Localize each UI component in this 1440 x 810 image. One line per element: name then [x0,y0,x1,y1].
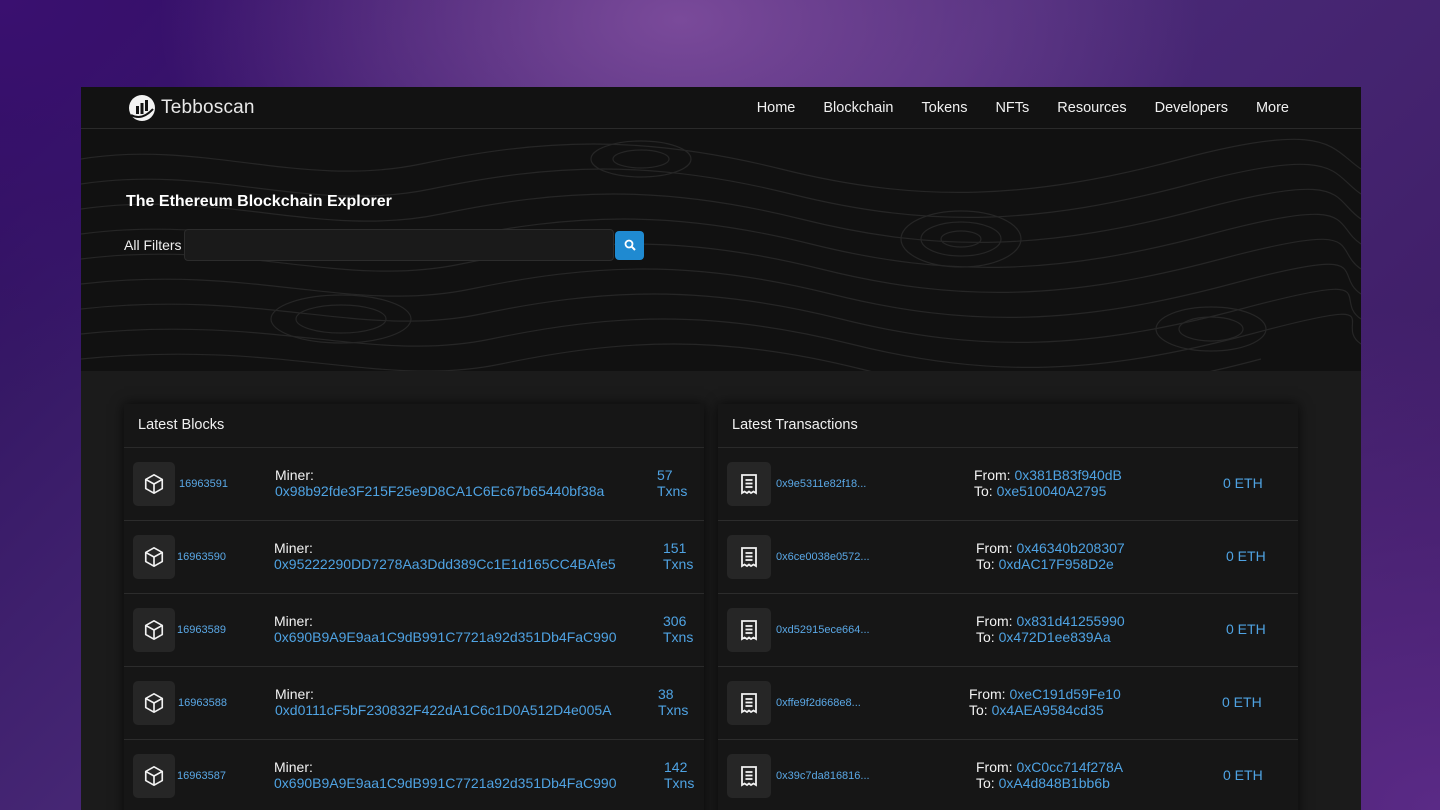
search-input[interactable] [184,229,614,261]
nav-blockchain[interactable]: Blockchain [823,100,893,116]
transaction-value: 0 ETH [1223,475,1263,491]
block-number[interactable]: 16963591 [179,478,228,490]
from-to: From: 0x381B83f940dB To: 0xe510040A2795 [974,467,1122,499]
transaction-hash[interactable]: 0xffe9f2d668e8... [776,697,861,709]
block-number[interactable]: 16963588 [178,697,227,709]
transaction-row: 0x9e5311e82f18... From: 0x381B83f940dB To… [718,448,1298,521]
browser-page: Tebboscan Home Blockchain Tokens NFTs Re… [81,87,1361,810]
txn-count[interactable]: 57 Txns [657,467,687,499]
from-address[interactable]: 0x831d41255990 [1016,613,1124,629]
miner-address[interactable]: 0x98b92fde3F215F25e9D8CA1C6Ec67b65440bf3… [275,483,604,499]
txn-count[interactable]: 38 Txns [658,686,688,718]
miner-address[interactable]: 0x95222290DD7278Aa3Ddd389Cc1E1d165CC4BAf… [274,556,616,572]
block-row: 16963589 Miner: 0x690B9A9E9aa1C9dB991C77… [124,594,704,667]
latest-transactions-title: Latest Transactions [718,404,1298,448]
transaction-hash[interactable]: 0x6ce0038e0572... [776,551,870,563]
search-icon [624,239,636,251]
cube-icon [133,754,175,798]
from-to: From: 0xC0cc714f278A To: 0xA4d848B1bb6b [976,759,1124,791]
from-to: From: 0xeC191d59Fe10 To: 0x4AEA9584cd35 [969,686,1121,718]
receipt-icon [727,754,771,798]
transaction-value: 0 ETH [1223,767,1263,783]
block-number[interactable]: 16963587 [177,770,226,782]
search-button[interactable] [615,230,644,260]
block-row: 16963591 Miner: 0x98b92fde3F215F25e9D8CA… [124,448,704,521]
to-address[interactable]: 0x472D1ee839Aa [999,629,1111,645]
latest-blocks-panel: Latest Blocks 16963591 Miner: 0x98b92fde… [124,404,704,810]
nav-nfts[interactable]: NFTs [995,100,1029,116]
nav-developers[interactable]: Developers [1155,100,1228,116]
brand[interactable]: Tebboscan [127,93,255,123]
block-row: 16963590 Miner: 0x95222290DD7278Aa3Ddd38… [124,521,704,594]
transaction-value: 0 ETH [1226,621,1266,637]
brand-logo-icon [129,94,155,121]
miner-address[interactable]: 0x690B9A9E9aa1C9dB991C7721a92d351Db4FaC9… [274,629,617,645]
from-address[interactable]: 0xC0cc714f278A [1016,759,1123,775]
filter-dropdown[interactable]: All Filters [124,237,184,253]
transaction-row: 0x39c7da816816... From: 0xC0cc714f278A To… [718,740,1298,810]
cube-icon [133,535,175,579]
transaction-value: 0 ETH [1222,694,1262,710]
nav-tokens[interactable]: Tokens [922,100,968,116]
txn-count[interactable]: 142 Txns [664,759,694,791]
from-to: From: 0x46340b208307 To: 0xdAC17F958D2e [976,540,1125,572]
from-address[interactable]: 0xeC191d59Fe10 [1009,686,1120,702]
miner-label: Miner: [274,759,313,775]
miner-label: Miner: [275,467,314,483]
block-row: 16963588 Miner: 0xd0111cF5bF230832F422dA… [124,667,704,740]
cube-icon [133,681,175,725]
block-row: 16963587 Miner: 0x690B9A9E9aa1C9dB991C77… [124,740,704,810]
latest-transactions-panel: Latest Transactions 0x9e5311e82f18... Fr… [718,404,1298,810]
nav-links: Home Blockchain Tokens NFTs Resources De… [757,100,1289,116]
from-address[interactable]: 0x381B83f940dB [1014,467,1121,483]
receipt-icon [727,681,771,725]
miner-label: Miner: [274,613,313,629]
receipt-icon [727,535,771,579]
transaction-row: 0xd52915ece664... From: 0x831d41255990 To… [718,594,1298,667]
transaction-hash[interactable]: 0x9e5311e82f18... [776,478,866,490]
brand-name: Tebboscan [161,96,255,118]
receipt-icon [727,608,771,652]
to-address[interactable]: 0xe510040A2795 [997,483,1107,499]
miner-address[interactable]: 0x690B9A9E9aa1C9dB991C7721a92d351Db4FaC9… [274,775,617,791]
transaction-row: 0x6ce0038e0572... From: 0x46340b208307 To… [718,521,1298,594]
txn-count[interactable]: 151 Txns [663,540,693,572]
page-title: The Ethereum Blockchain Explorer [126,193,392,210]
search-bar: All Filters [124,229,644,261]
miner-label: Miner: [274,540,313,556]
transaction-row: 0xffe9f2d668e8... From: 0xeC191d59Fe10 To… [718,667,1298,740]
to-address[interactable]: 0xdAC17F958D2e [999,556,1114,572]
from-to: From: 0x831d41255990 To: 0x472D1ee839Aa [976,613,1125,645]
block-number[interactable]: 16963589 [177,624,226,636]
transaction-hash[interactable]: 0xd52915ece664... [776,624,870,636]
block-number[interactable]: 16963590 [177,551,226,563]
nav-resources[interactable]: Resources [1057,100,1126,116]
to-address[interactable]: 0x4AEA9584cd35 [992,702,1104,718]
top-navbar: Tebboscan Home Blockchain Tokens NFTs Re… [81,87,1361,129]
hero-banner: The Ethereum Blockchain Explorer All Fil… [81,129,1361,371]
miner-address[interactable]: 0xd0111cF5bF230832F422dA1C6c1D0A512D4e00… [275,702,612,718]
nav-home[interactable]: Home [757,100,796,116]
receipt-icon [727,462,771,506]
transaction-hash[interactable]: 0x39c7da816816... [776,770,870,782]
txn-count[interactable]: 306 Txns [663,613,693,645]
cube-icon [133,608,175,652]
transaction-value: 0 ETH [1226,548,1266,564]
to-address[interactable]: 0xA4d848B1bb6b [999,775,1110,791]
latest-blocks-title: Latest Blocks [124,404,704,448]
cube-icon [133,462,175,506]
nav-more[interactable]: More [1256,100,1289,116]
from-address[interactable]: 0x46340b208307 [1016,540,1124,556]
miner-label: Miner: [275,686,314,702]
